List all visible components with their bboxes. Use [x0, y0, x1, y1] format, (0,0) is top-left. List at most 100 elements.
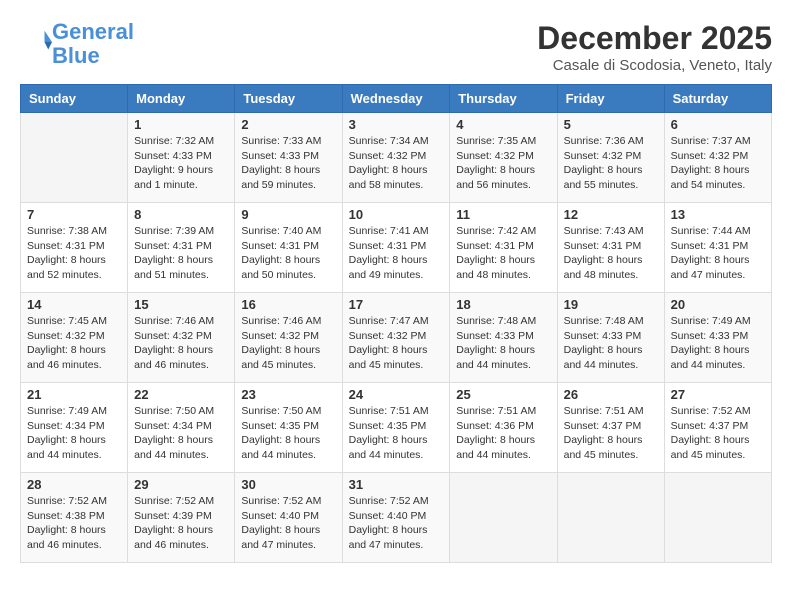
- calendar-day-header: Saturday: [664, 85, 771, 113]
- calendar-cell: 6Sunrise: 7:37 AM Sunset: 4:32 PM Daylig…: [664, 113, 771, 203]
- day-number: 28: [27, 477, 121, 492]
- day-info: Sunrise: 7:36 AM Sunset: 4:32 PM Dayligh…: [564, 134, 658, 193]
- day-number: 17: [349, 297, 444, 312]
- month-title: December 2025: [537, 20, 772, 57]
- day-number: 23: [241, 387, 335, 402]
- day-info: Sunrise: 7:52 AM Sunset: 4:40 PM Dayligh…: [349, 494, 444, 553]
- calendar-cell: 31 Sunrise: 7:52 AM Sunset: 4:40 PM Dayli…: [342, 473, 450, 563]
- logo: General Blue: [20, 20, 134, 68]
- calendar-cell: 14 Sunrise: 7:45 AM Sunset: 4:32 PM Dayli…: [21, 293, 128, 383]
- calendar-cell: [21, 113, 128, 203]
- day-info: Sunrise: 7:39 AM Sunset: 4:31 PM Dayligh…: [134, 224, 228, 283]
- day-info: Sunrise: 7:45 AM Sunset: 4:32 PM Dayligh…: [27, 314, 121, 373]
- calendar-cell: 24 Sunrise: 7:51 AM Sunset: 4:35 PM Dayli…: [342, 383, 450, 473]
- day-info: Sunrise: 7:47 AM Sunset: 4:32 PM Dayligh…: [349, 314, 444, 373]
- calendar-cell: 18 Sunrise: 7:48 AM Sunset: 4:33 PM Dayli…: [450, 293, 557, 383]
- day-number: 18: [456, 297, 550, 312]
- calendar-cell: [450, 473, 557, 563]
- calendar-cell: 27 Sunrise: 7:52 AM Sunset: 4:37 PM Dayli…: [664, 383, 771, 473]
- calendar-cell: 17 Sunrise: 7:47 AM Sunset: 4:32 PM Dayli…: [342, 293, 450, 383]
- day-info: Sunrise: 7:49 AM Sunset: 4:34 PM Dayligh…: [27, 404, 121, 463]
- day-number: 25: [456, 387, 550, 402]
- day-number: 10: [349, 207, 444, 222]
- day-info: Sunrise: 7:33 AM Sunset: 4:33 PM Dayligh…: [241, 134, 335, 193]
- day-info: Sunrise: 7:52 AM Sunset: 4:40 PM Dayligh…: [241, 494, 335, 553]
- day-info: Sunrise: 7:52 AM Sunset: 4:37 PM Dayligh…: [671, 404, 765, 463]
- calendar-cell: 11 Sunrise: 7:42 AM Sunset: 4:31 PM Dayli…: [450, 203, 557, 293]
- calendar-cell: 19 Sunrise: 7:48 AM Sunset: 4:33 PM Dayli…: [557, 293, 664, 383]
- calendar-day-header: Sunday: [21, 85, 128, 113]
- day-info: Sunrise: 7:48 AM Sunset: 4:33 PM Dayligh…: [564, 314, 658, 373]
- calendar-cell: 30Sunrise: 7:52 AM Sunset: 4:40 PM Dayli…: [235, 473, 342, 563]
- calendar-day-header: Friday: [557, 85, 664, 113]
- calendar-cell: 20 Sunrise: 7:49 AM Sunset: 4:33 PM Dayli…: [664, 293, 771, 383]
- logo-icon: [22, 27, 52, 57]
- day-number: 27: [671, 387, 765, 402]
- calendar-header: SundayMondayTuesdayWednesdayThursdayFrid…: [21, 85, 772, 113]
- day-number: 14: [27, 297, 121, 312]
- day-number: 15: [134, 297, 228, 312]
- calendar-table: SundayMondayTuesdayWednesdayThursdayFrid…: [20, 84, 772, 563]
- day-number: 3: [349, 117, 444, 132]
- day-info: Sunrise: 7:34 AM Sunset: 4:32 PM Dayligh…: [349, 134, 444, 193]
- day-info: Sunrise: 7:51 AM Sunset: 4:35 PM Dayligh…: [349, 404, 444, 463]
- day-number: 9: [241, 207, 335, 222]
- calendar-cell: [557, 473, 664, 563]
- calendar-cell: 13 Sunrise: 7:44 AM Sunset: 4:31 PM Dayli…: [664, 203, 771, 293]
- calendar-cell: 7 Sunrise: 7:38 AM Sunset: 4:31 PM Daylig…: [21, 203, 128, 293]
- calendar-cell: 29 Sunrise: 7:52 AM Sunset: 4:39 PM Dayli…: [128, 473, 235, 563]
- day-number: 22: [134, 387, 228, 402]
- calendar-cell: 3 Sunrise: 7:34 AM Sunset: 4:32 PM Daylig…: [342, 113, 450, 203]
- day-info: Sunrise: 7:48 AM Sunset: 4:33 PM Dayligh…: [456, 314, 550, 373]
- calendar-cell: 10 Sunrise: 7:41 AM Sunset: 4:31 PM Dayli…: [342, 203, 450, 293]
- calendar-cell: 5 Sunrise: 7:36 AM Sunset: 4:32 PM Daylig…: [557, 113, 664, 203]
- day-info: Sunrise: 7:35 AM Sunset: 4:32 PM Dayligh…: [456, 134, 550, 193]
- day-number: 29: [134, 477, 228, 492]
- calendar-day-header: Tuesday: [235, 85, 342, 113]
- title-area: December 2025 Casale di Scodosia, Veneto…: [537, 20, 772, 74]
- calendar-day-header: Monday: [128, 85, 235, 113]
- day-info: Sunrise: 7:52 AM Sunset: 4:39 PM Dayligh…: [134, 494, 228, 553]
- day-number: 12: [564, 207, 658, 222]
- calendar-cell: 21 Sunrise: 7:49 AM Sunset: 4:34 PM Dayli…: [21, 383, 128, 473]
- day-info: Sunrise: 7:51 AM Sunset: 4:37 PM Dayligh…: [564, 404, 658, 463]
- day-info: Sunrise: 7:51 AM Sunset: 4:36 PM Dayligh…: [456, 404, 550, 463]
- day-info: Sunrise: 7:41 AM Sunset: 4:31 PM Dayligh…: [349, 224, 444, 283]
- calendar-cell: 9 Sunrise: 7:40 AM Sunset: 4:31 PM Daylig…: [235, 203, 342, 293]
- day-number: 5: [564, 117, 658, 132]
- day-info: Sunrise: 7:52 AM Sunset: 4:38 PM Dayligh…: [27, 494, 121, 553]
- calendar-cell: 26Sunrise: 7:51 AM Sunset: 4:37 PM Dayli…: [557, 383, 664, 473]
- day-info: Sunrise: 7:49 AM Sunset: 4:33 PM Dayligh…: [671, 314, 765, 373]
- calendar-cell: 12Sunrise: 7:43 AM Sunset: 4:31 PM Dayli…: [557, 203, 664, 293]
- day-number: 11: [456, 207, 550, 222]
- day-info: Sunrise: 7:42 AM Sunset: 4:31 PM Dayligh…: [456, 224, 550, 283]
- day-number: 4: [456, 117, 550, 132]
- day-number: 20: [671, 297, 765, 312]
- calendar-cell: 1 Sunrise: 7:32 AM Sunset: 4:33 PM Daylig…: [128, 113, 235, 203]
- calendar-cell: 15Sunrise: 7:46 AM Sunset: 4:32 PM Dayli…: [128, 293, 235, 383]
- day-info: Sunrise: 7:37 AM Sunset: 4:32 PM Dayligh…: [671, 134, 765, 193]
- day-info: Sunrise: 7:50 AM Sunset: 4:34 PM Dayligh…: [134, 404, 228, 463]
- day-number: 1: [134, 117, 228, 132]
- day-info: Sunrise: 7:40 AM Sunset: 4:31 PM Dayligh…: [241, 224, 335, 283]
- calendar-day-header: Wednesday: [342, 85, 450, 113]
- logo-text: General Blue: [52, 20, 134, 68]
- location: Casale di Scodosia, Veneto, Italy: [537, 57, 772, 74]
- day-number: 21: [27, 387, 121, 402]
- day-info: Sunrise: 7:44 AM Sunset: 4:31 PM Dayligh…: [671, 224, 765, 283]
- calendar-cell: 28 Sunrise: 7:52 AM Sunset: 4:38 PM Dayli…: [21, 473, 128, 563]
- calendar-cell: 23Sunrise: 7:50 AM Sunset: 4:35 PM Dayli…: [235, 383, 342, 473]
- day-info: Sunrise: 7:32 AM Sunset: 4:33 PM Dayligh…: [134, 134, 228, 193]
- calendar-cell: 8 Sunrise: 7:39 AM Sunset: 4:31 PM Daylig…: [128, 203, 235, 293]
- calendar-day-header: Thursday: [450, 85, 557, 113]
- day-number: 19: [564, 297, 658, 312]
- day-info: Sunrise: 7:38 AM Sunset: 4:31 PM Dayligh…: [27, 224, 121, 283]
- day-info: Sunrise: 7:46 AM Sunset: 4:32 PM Dayligh…: [241, 314, 335, 373]
- day-number: 31: [349, 477, 444, 492]
- day-number: 16: [241, 297, 335, 312]
- day-number: 24: [349, 387, 444, 402]
- calendar-cell: 22 Sunrise: 7:50 AM Sunset: 4:34 PM Dayli…: [128, 383, 235, 473]
- day-number: 7: [27, 207, 121, 222]
- day-number: 13: [671, 207, 765, 222]
- day-number: 8: [134, 207, 228, 222]
